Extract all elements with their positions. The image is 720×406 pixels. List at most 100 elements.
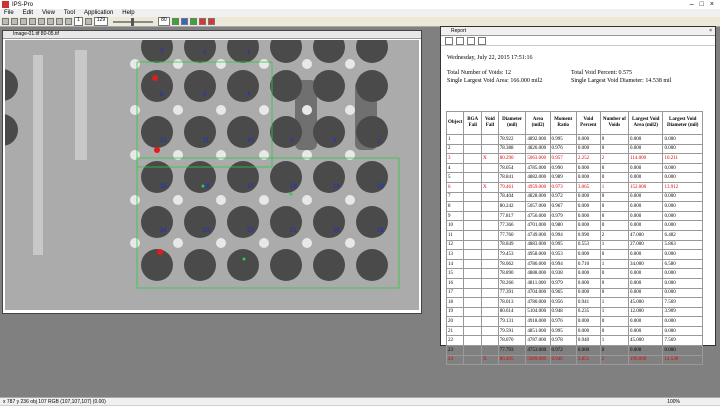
table-cell: 0.235 — [575, 306, 601, 318]
table-row: 11 77.760 4749.000 0.994 0.990 2 47.000 6.482 — [445, 229, 703, 241]
menu-edit[interactable]: Edit — [23, 10, 33, 16]
table-cell — [480, 229, 499, 241]
histogram-icon[interactable] — [171, 18, 179, 25]
ellipse-icon[interactable] — [56, 18, 63, 25]
table-cell — [463, 134, 482, 145]
report-largest-void-area: Single Largest Void Area: 166.000 mil2 — [447, 78, 543, 84]
table-cell: 47.000 — [628, 229, 664, 241]
ball-label: 12 — [160, 138, 167, 144]
solder-ball — [184, 116, 216, 148]
image-icon[interactable] — [84, 18, 92, 25]
report-date: Wednesday, July 22, 2015 17:51:16 — [447, 55, 533, 61]
solder-ball — [313, 116, 345, 148]
column-header: Void Fail — [480, 111, 499, 135]
table-cell — [480, 201, 499, 212]
count-icon[interactable] — [189, 18, 197, 25]
solder-ball — [173, 195, 183, 205]
column-header: Area (mil2) — [525, 111, 551, 135]
table-cell: 77.760 — [497, 229, 527, 241]
table-cell — [463, 316, 482, 327]
table-cell: 0.000 — [628, 287, 664, 299]
column-header: Object — [445, 111, 465, 135]
table-cell: 4753.000 — [525, 345, 551, 356]
table-cell: 0.990 — [549, 162, 577, 174]
table-cell: 0.000 — [628, 268, 664, 279]
table-row: 20 79.131 4918.000 0.976 0.000 0 0.000 0.000 — [445, 316, 703, 327]
copy-icon[interactable] — [29, 18, 36, 25]
table-cell: 78.922 — [497, 134, 527, 145]
table-cell: 4756.000 — [525, 210, 551, 222]
minimize-icon[interactable]: – — [690, 1, 694, 8]
menu-tool[interactable]: Tool — [64, 10, 75, 16]
table-cell: 0 — [599, 325, 630, 337]
table-cell: 0.000 — [628, 172, 664, 183]
report-save-icon[interactable] — [456, 36, 464, 45]
table-cell: 78.013 — [497, 297, 527, 308]
table-cell: 0 — [599, 287, 630, 299]
table-cell: 0.000 — [628, 249, 664, 260]
ball-label: 20 — [333, 228, 340, 234]
menu-help[interactable]: Help — [122, 10, 134, 16]
print-icon[interactable] — [20, 18, 27, 25]
table-cell: 0.941 — [575, 297, 601, 308]
table-cell: 0 — [599, 345, 630, 356]
table-cell: 14 — [445, 258, 465, 270]
table-cell: 0 — [599, 316, 630, 327]
report-close-icon[interactable]: × — [709, 27, 712, 35]
xray-image[interactable]: 3 2 1 6 5 4 12 11 10 9 8 7 13 14 15 16 17 18 19 20 21 22 23 24 — [5, 40, 419, 310]
export-icon[interactable] — [207, 18, 215, 25]
table-cell: 0 — [599, 277, 630, 289]
report-print-icon[interactable] — [445, 36, 453, 45]
ball-label: 23 — [203, 228, 210, 234]
report-export-icon[interactable] — [478, 36, 486, 45]
menu-file[interactable]: File — [4, 10, 14, 16]
status-bar: x 787 y 236 obj 107 RGB (107,107,107) (0… — [0, 397, 720, 405]
close-icon[interactable]: × — [710, 1, 714, 8]
report-window[interactable]: Report × Wednesday, July 22, 2015 17:51:… — [440, 26, 716, 366]
ball-label: 11 — [203, 138, 210, 144]
measure-icon[interactable] — [180, 18, 188, 25]
pointer-icon[interactable] — [38, 18, 45, 25]
save-icon[interactable] — [11, 18, 18, 25]
table-cell: 4828.000 — [525, 191, 551, 203]
report-refresh-icon[interactable] — [467, 36, 475, 45]
rect-select-icon[interactable] — [47, 18, 54, 25]
ball-label: 19 — [377, 228, 384, 234]
table-cell — [463, 325, 482, 337]
table-cell: 4888.000 — [525, 268, 551, 279]
maximize-icon[interactable]: □ — [700, 1, 704, 8]
solder-ball — [302, 105, 312, 115]
open-icon[interactable] — [2, 18, 9, 25]
table-cell: 19 — [445, 306, 465, 318]
table-cell: 0.000 — [662, 268, 703, 279]
table-cell: 7 — [445, 191, 465, 203]
image-window[interactable]: Image-01.tif 80-05.tif 3 2 1 6 5 4 12 11 10 9 8 7 13… — [2, 30, 422, 314]
solder-ball — [227, 70, 259, 102]
table-row: 16 78.266 4811.000 0.979 0.000 0 0.000 0.000 — [445, 277, 703, 289]
frame-select[interactable]: 1 — [74, 17, 83, 26]
table-cell: 5057.000 — [525, 201, 551, 212]
table-cell: 1 — [599, 258, 630, 270]
solder-ball — [270, 116, 302, 148]
table-row: 14 78.062 4786.000 0.994 0.710 1 34.000 6.580 — [445, 258, 703, 270]
table-row: 1 78.922 4892.000 0.995 0.000 0 0.000 0.000 — [445, 134, 703, 145]
solder-ball — [270, 206, 302, 238]
table-cell — [480, 172, 499, 183]
line-icon[interactable] — [65, 18, 72, 25]
table-cell: 0.995 — [549, 239, 577, 251]
report-icon[interactable] — [198, 18, 206, 25]
table-row: 22 78.070 4787.000 0.978 0.940 1 45.000 7.569 — [445, 335, 703, 347]
menu-view[interactable]: View — [42, 10, 55, 16]
threshold-slider[interactable] — [113, 17, 154, 26]
table-cell — [480, 143, 499, 155]
table-cell: 6.482 — [662, 229, 703, 241]
solder-ball — [152, 75, 158, 81]
threshold-value[interactable]: 80 — [158, 17, 170, 26]
solder-ball — [259, 150, 269, 160]
solder-ball — [302, 238, 312, 248]
solder-ball — [313, 249, 345, 281]
table-cell: 1 — [599, 306, 630, 318]
zoom-select[interactable]: 129 — [93, 17, 109, 26]
menu-application[interactable]: Application — [84, 10, 113, 16]
table-cell: 4786.000 — [525, 258, 551, 270]
